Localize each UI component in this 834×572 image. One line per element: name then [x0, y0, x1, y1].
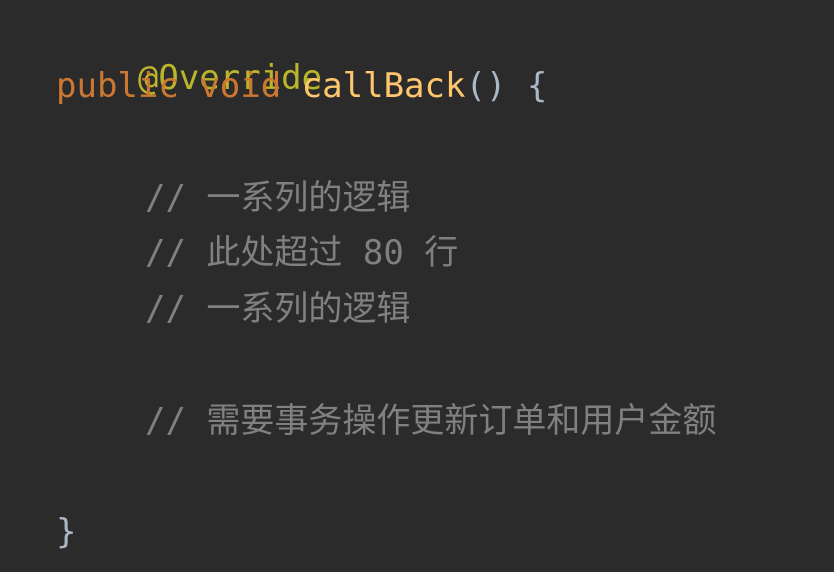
- code-editor[interactable]: @Override public void callBack() { // 一系…: [0, 0, 834, 572]
- code-comment-line: // 需要事务操作更新订单和用户金额: [145, 401, 717, 441]
- code-comment-line: // 此处超过 80 行: [145, 233, 459, 273]
- code-comment-line: // 一系列的逻辑: [145, 178, 411, 218]
- signature-tail: () {: [465, 66, 548, 106]
- keyword-void: void: [199, 66, 282, 106]
- method-name: callBack: [301, 66, 466, 106]
- keyword-public: public: [56, 66, 179, 106]
- closing-brace: }: [56, 512, 77, 552]
- code-line-method-signature: public void callBack() {: [56, 62, 547, 110]
- code-comment-line: // 一系列的逻辑: [145, 289, 411, 329]
- code-line-annotation: @Override: [56, 6, 322, 98]
